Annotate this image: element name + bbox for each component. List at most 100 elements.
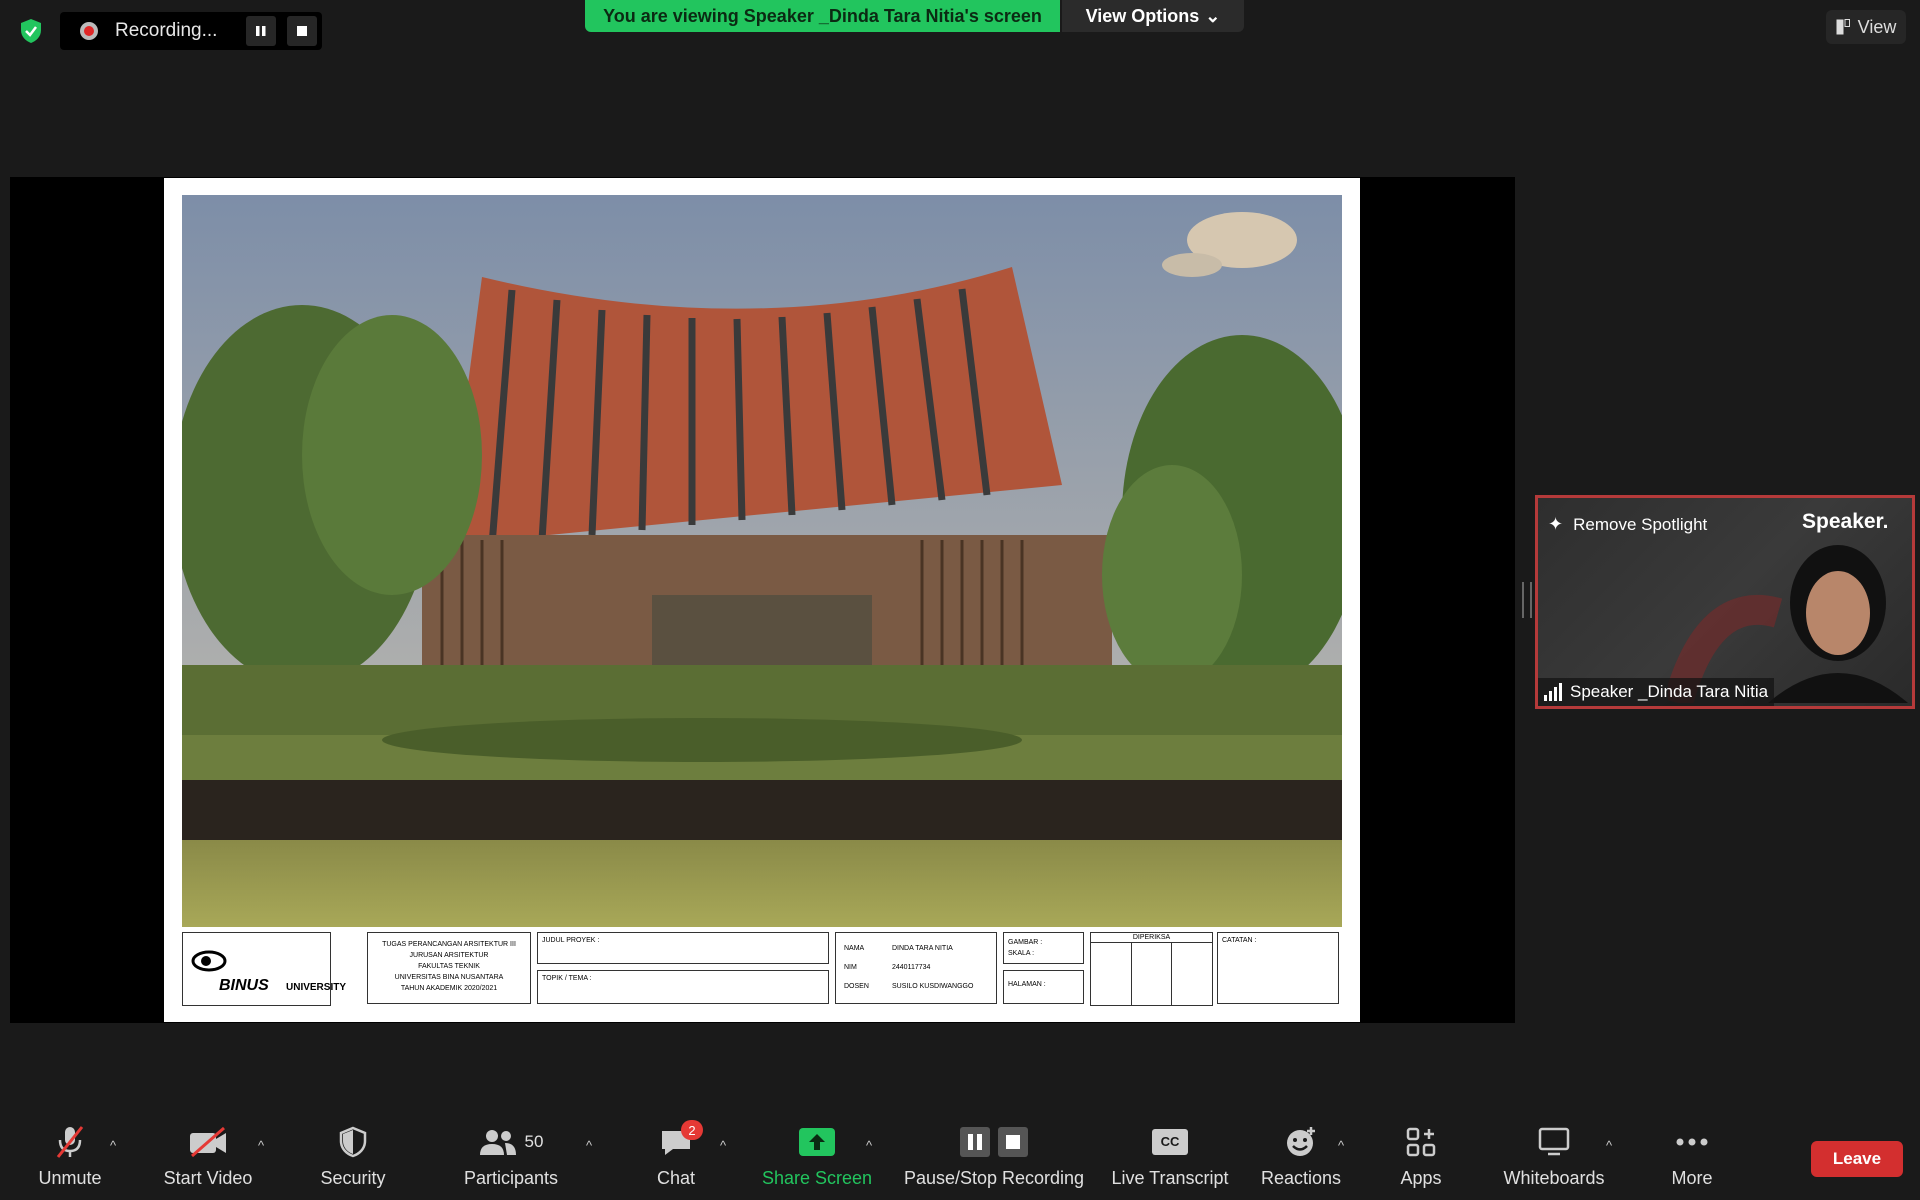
smiley-icon bbox=[1284, 1122, 1318, 1162]
chevron-down-icon: ⌄ bbox=[1205, 5, 1221, 26]
student-info-block: NAMA DINDA TARA NITIA NIM 2440117734 DOSEN… bbox=[835, 932, 997, 1004]
gambar-label: GAMBAR : bbox=[1008, 939, 1043, 946]
dosen-value: SUSILO KUSDIWANGGO bbox=[892, 983, 974, 990]
leave-button[interactable]: Leave bbox=[1811, 1141, 1903, 1177]
view-button[interactable]: View bbox=[1826, 10, 1906, 44]
course-line: JURUSAN ARSITEKTUR bbox=[409, 952, 489, 959]
binus-logo-block: BINUS UNIVERSITY bbox=[182, 932, 346, 1006]
cc-label: CC bbox=[1152, 1129, 1188, 1155]
reactions-label: Reactions bbox=[1260, 1168, 1342, 1188]
mic-muted-icon bbox=[54, 1122, 86, 1162]
divider bbox=[1171, 943, 1172, 1005]
binus-logo-icon bbox=[191, 950, 227, 972]
divider bbox=[1131, 943, 1132, 1005]
speaker-video-tile[interactable]: ✦ Remove Spotlight Speaker. Speaker _Din… bbox=[1535, 495, 1915, 709]
nama-value: DINDA TARA NITIA bbox=[892, 945, 953, 952]
whiteboards-button[interactable]: Whiteboards bbox=[1498, 1122, 1610, 1189]
catatan-label: CATATAN : bbox=[1222, 937, 1257, 944]
judul-label: JUDUL PROYEK : bbox=[542, 937, 600, 944]
speaker-logo: Speaker. bbox=[1802, 510, 1889, 533]
apps-icon bbox=[1406, 1122, 1436, 1162]
more-button[interactable]: More bbox=[1660, 1122, 1724, 1189]
participants-label: Participants bbox=[463, 1168, 559, 1188]
recording-label: Recording... bbox=[115, 20, 218, 41]
course-line: TUGAS PERANCANGAN ARSITEKTUR III bbox=[382, 941, 516, 948]
viewing-banner: You are viewing Speaker _Dinda Tara Niti… bbox=[585, 0, 1060, 32]
signal-strength-icon bbox=[1544, 683, 1562, 701]
course-line: UNIVERSITAS BINA NUSANTARA bbox=[394, 974, 504, 981]
video-options-caret[interactable]: ^ bbox=[258, 1138, 264, 1153]
more-dots-icon bbox=[1675, 1122, 1709, 1162]
chat-options-caret[interactable]: ^ bbox=[720, 1138, 726, 1153]
halaman-label: HALAMAN : bbox=[1008, 981, 1046, 988]
recording-controls-icon bbox=[960, 1122, 1028, 1162]
topik-tema-field: TOPIK / TEMA : bbox=[537, 970, 829, 1004]
participants-button[interactable]: 50 Participants bbox=[460, 1122, 562, 1189]
more-label: More bbox=[1671, 1168, 1713, 1188]
panel-resize-handle[interactable] bbox=[1522, 582, 1532, 618]
unmute-label: Unmute bbox=[38, 1168, 102, 1188]
apps-button[interactable]: Apps bbox=[1380, 1122, 1462, 1189]
chat-button[interactable]: 2 Chat bbox=[646, 1120, 706, 1189]
start-video-label: Start Video bbox=[163, 1168, 253, 1188]
skala-label: SKALA : bbox=[1008, 950, 1035, 957]
apps-label: Apps bbox=[1400, 1168, 1442, 1188]
security-shield-icon bbox=[339, 1122, 367, 1162]
topik-label: TOPIK / TEMA : bbox=[542, 975, 592, 982]
chat-badge: 2 bbox=[681, 1120, 703, 1140]
chat-icon: 2 bbox=[659, 1120, 703, 1162]
share-screen-button[interactable]: Share Screen bbox=[760, 1122, 874, 1189]
record-icon bbox=[80, 22, 98, 40]
gambar-field: GAMBAR : SKALA : bbox=[1003, 932, 1084, 964]
unmute-button[interactable]: Unmute bbox=[30, 1122, 110, 1189]
closed-caption-icon: CC bbox=[1152, 1122, 1188, 1162]
security-label: Security bbox=[320, 1168, 386, 1188]
security-button[interactable]: Security bbox=[310, 1122, 396, 1189]
pause-stop-recording-button[interactable]: Pause/Stop Recording bbox=[900, 1122, 1088, 1189]
speaker-name-label: Speaker _Dinda Tara Nitia bbox=[1538, 678, 1775, 706]
security-shield-icon[interactable] bbox=[16, 16, 46, 46]
view-label: View bbox=[1857, 16, 1897, 37]
camera-off-icon bbox=[188, 1122, 228, 1162]
view-layout-icon bbox=[1836, 19, 1850, 35]
course-line: TAHUN AKADEMIK 2020/2021 bbox=[400, 985, 498, 992]
live-transcript-button[interactable]: CC Live Transcript bbox=[1108, 1122, 1232, 1189]
audio-options-caret[interactable]: ^ bbox=[110, 1138, 116, 1153]
participants-options-caret[interactable]: ^ bbox=[586, 1138, 592, 1153]
share-options-caret[interactable]: ^ bbox=[866, 1138, 872, 1153]
course-info-block: TUGAS PERANCANGAN ARSITEKTUR III JURUSAN… bbox=[367, 932, 531, 1004]
whiteboards-label: Whiteboards bbox=[1503, 1168, 1605, 1188]
chat-label: Chat bbox=[656, 1168, 696, 1188]
recording-indicator: Recording... bbox=[60, 12, 322, 50]
pause-stop-label: Pause/Stop Recording bbox=[903, 1168, 1085, 1188]
binus-logo-suffix: UNIVERSITY bbox=[286, 982, 347, 993]
reactions-options-caret[interactable]: ^ bbox=[1338, 1138, 1344, 1153]
participants-icon: 50 bbox=[479, 1122, 544, 1162]
course-line: FAKULTAS TEKNIK bbox=[418, 963, 480, 970]
share-screen-icon bbox=[799, 1122, 835, 1162]
dosen-label: DOSEN bbox=[844, 983, 869, 990]
judul-proyek-field: JUDUL PROYEK : bbox=[537, 932, 829, 964]
start-video-button[interactable]: Start Video bbox=[158, 1122, 258, 1189]
catatan-field: CATATAN : bbox=[1217, 932, 1339, 1004]
view-options-button[interactable]: View Options ⌄ bbox=[1062, 0, 1244, 32]
reactions-button[interactable]: Reactions bbox=[1258, 1122, 1344, 1189]
whiteboards-options-caret[interactable]: ^ bbox=[1606, 1138, 1612, 1153]
spotlight-icon: ✦ bbox=[1548, 514, 1564, 534]
pause-recording-button[interactable] bbox=[246, 16, 276, 46]
share-screen-label: Share Screen bbox=[761, 1168, 873, 1188]
diperiksa-label: DIPERIKSA bbox=[1091, 933, 1212, 943]
whiteboard-icon bbox=[1538, 1122, 1570, 1162]
nim-label: NIM bbox=[844, 964, 857, 971]
stop-recording-button[interactable] bbox=[287, 16, 317, 46]
diperiksa-block: DIPERIKSA bbox=[1090, 932, 1213, 1006]
nim-value: 2440117734 bbox=[892, 964, 931, 971]
nama-label: NAMA bbox=[844, 945, 865, 952]
halaman-field: HALAMAN : bbox=[1003, 970, 1084, 1004]
view-options-label: View Options bbox=[1085, 5, 1200, 26]
live-transcript-label: Live Transcript bbox=[1111, 1168, 1229, 1188]
remove-spotlight-button[interactable]: ✦ Remove Spotlight bbox=[1548, 514, 1707, 535]
binus-logo-text: BINUS bbox=[219, 977, 269, 994]
participants-count: 50 bbox=[524, 1132, 544, 1151]
architecture-render-image bbox=[182, 195, 1342, 927]
